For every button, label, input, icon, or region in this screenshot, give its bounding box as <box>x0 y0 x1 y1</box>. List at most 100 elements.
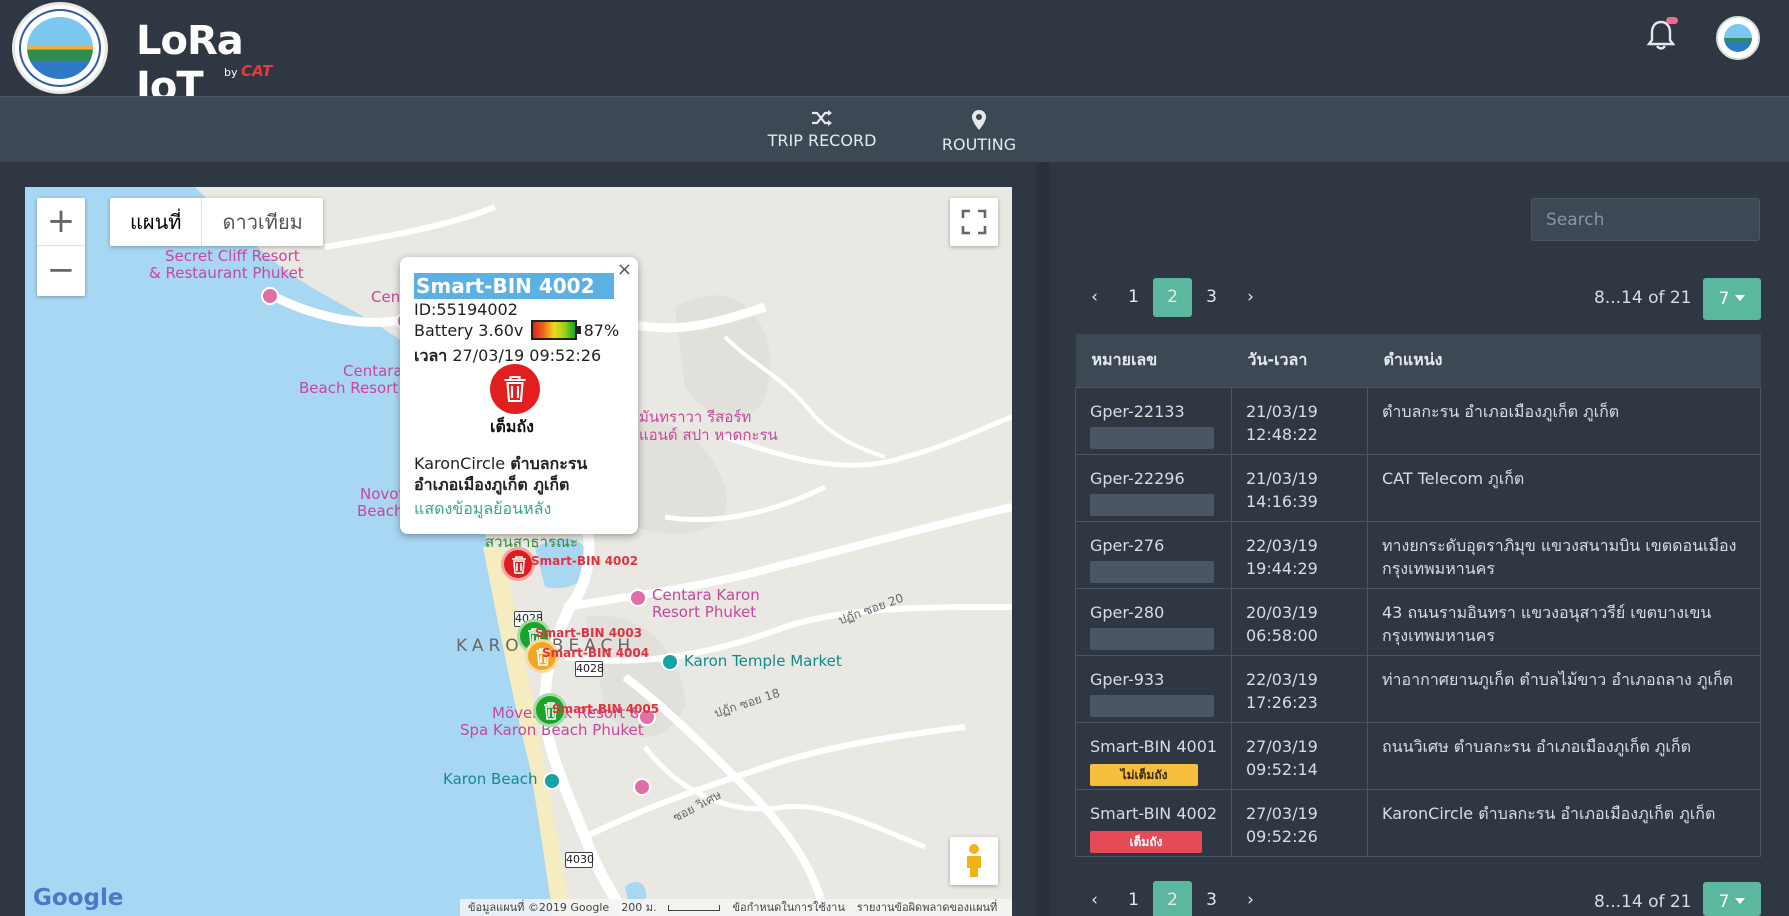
battery-label: Battery 3.60v <box>414 321 524 340</box>
map-label: Beach <box>357 502 404 520</box>
cell-location: ทางยกระดับอุตราภิมุข แขวงสนามบิน เขตดอนเ… <box>1367 520 1761 589</box>
nav-routing-label: ROUTING <box>941 135 1017 154</box>
pager-page-1[interactable]: 1 <box>1114 278 1153 317</box>
pager-prev[interactable]: ‹ <box>1075 881 1114 916</box>
fullscreen-button[interactable] <box>950 198 998 246</box>
nav-trip-record[interactable]: TRIP RECORD <box>766 109 878 150</box>
road-shield: 4030 <box>565 852 594 868</box>
panel-divider <box>1036 162 1050 916</box>
popup-device-id: ID:55194002 <box>414 300 518 319</box>
pager-page-3[interactable]: 3 <box>1192 881 1231 916</box>
row-time: 14:16:39 <box>1246 491 1318 511</box>
row-id: Gper-280 <box>1090 602 1165 622</box>
brand-logo[interactable]: LoRa IoT by CAT <box>136 16 286 110</box>
table-row[interactable]: Gper-933 22/03/19 17:26:23 ท่าอากาศยานภูเ… <box>1075 654 1761 723</box>
popup-history-link[interactable]: แสดงข้อมูลย้อนหลัง <box>414 497 551 522</box>
logo-landscape <box>27 17 93 79</box>
popup-address-line1: ตำบลกะรน <box>510 454 588 473</box>
notification-badge <box>1666 17 1678 24</box>
avatar[interactable] <box>1716 16 1760 60</box>
popup-address: KaronCircle ตำบลกะรน อำเภอเมืองภูเก็ต ภูเ… <box>414 453 624 495</box>
cell-datetime: 22/03/19 19:44:29 <box>1231 520 1368 589</box>
bin-marker-label: Smart-BIN 4004 <box>542 646 650 660</box>
map-type-control: แผนที่ ดาวเทียม <box>110 198 323 246</box>
map-label: Beach Resort P <box>299 379 413 397</box>
pagination-bottom: ‹ 1 2 3 › <box>1075 880 1270 916</box>
row-date: 22/03/19 <box>1246 535 1318 555</box>
table-row[interactable]: Smart-BIN 4002 เต็มถัง 27/03/19 09:52:26 K… <box>1075 788 1761 857</box>
pager-page-3[interactable]: 3 <box>1192 278 1231 317</box>
poi-marker[interactable] <box>543 772 561 790</box>
map-terms-link[interactable]: ข้อกำหนดในการใช้งาน <box>732 901 844 914</box>
zoom-out-button[interactable]: − <box>37 247 85 295</box>
search-input[interactable] <box>1531 198 1760 241</box>
municipality-logo[interactable] <box>12 2 108 94</box>
row-status-placeholder <box>1090 627 1214 650</box>
popup-time-value: 27/03/19 09:52:26 <box>452 346 602 365</box>
zoom-in-button[interactable]: + <box>37 198 85 246</box>
popup-title: Smart-BIN 4002 <box>414 273 614 299</box>
map-label: สวนสาธารณะ <box>485 533 579 551</box>
pager-page-1[interactable]: 1 <box>1114 881 1153 916</box>
poi-marker[interactable] <box>633 778 651 796</box>
row-time: 06:58:00 <box>1246 625 1318 645</box>
poi-marker[interactable] <box>661 653 679 671</box>
table-row[interactable]: Gper-280 20/03/19 06:58:00 43 ถนนรามอินทร… <box>1075 587 1761 656</box>
nav-routing[interactable]: ROUTING <box>936 109 1022 154</box>
cell-id: Gper-280 <box>1075 587 1232 656</box>
caret-down-icon <box>1735 295 1746 301</box>
map-type-satellite[interactable]: ดาวเทียม <box>202 198 322 246</box>
table-row[interactable]: Gper-22296 21/03/19 14:16:39 CAT Telecom … <box>1075 453 1761 522</box>
pager-prev[interactable]: ‹ <box>1075 278 1114 317</box>
row-date: 20/03/19 <box>1246 602 1318 622</box>
bin-marker[interactable] <box>501 547 535 581</box>
street-view-button[interactable] <box>950 837 998 885</box>
row-date: 22/03/19 <box>1246 669 1318 689</box>
bin-status-icon <box>490 364 540 414</box>
status-badge: ไม่เต็มถัง <box>1090 763 1198 786</box>
cell-location: 43 ถนนรามอินทรา แขวงอนุสาวรีย์ เขตบางเขน… <box>1367 587 1761 656</box>
poi-marker[interactable] <box>629 589 647 607</box>
pager-next[interactable]: › <box>1231 278 1270 317</box>
records-range: 8...14 of 21 <box>1594 892 1692 912</box>
top-bar: LoRa IoT by CAT <box>0 0 1789 110</box>
pager-page-2[interactable]: 2 <box>1153 880 1192 916</box>
poi-marker[interactable] <box>261 287 279 305</box>
table-row[interactable]: Smart-BIN 4001 ไม่เต็มถัง 27/03/19 09:52:1… <box>1075 721 1761 790</box>
battery-percent: 87% <box>583 321 620 340</box>
table-row[interactable]: Gper-22133 21/03/19 12:48:22 ตำบลกะรน อำเ… <box>1075 386 1761 455</box>
row-status-placeholder <box>1090 560 1214 583</box>
table-header-row: หมายเลข วัน-เวลา ตำแหน่ง <box>1075 334 1761 388</box>
popup-close-button[interactable]: × <box>617 259 632 280</box>
cell-id: Smart-BIN 4002 เต็มถัง <box>1075 788 1232 857</box>
popup-address-line2: อำเภอเมืองภูเก็ต ภูเก็ต <box>414 475 570 494</box>
map-label: Novot <box>360 485 405 503</box>
row-status-placeholder <box>1090 426 1214 449</box>
column-header[interactable]: ตำแหน่ง <box>1367 334 1761 388</box>
row-date: 21/03/19 <box>1246 401 1318 421</box>
popup-battery: Battery 3.60v 87% <box>414 320 619 340</box>
column-header[interactable]: วัน-เวลา <box>1231 334 1368 388</box>
map-scale-bar <box>668 905 721 911</box>
column-header[interactable]: หมายเลข <box>1075 334 1232 388</box>
zoom-control: + − <box>37 198 85 296</box>
row-time: 17:26:23 <box>1246 692 1318 712</box>
bin-marker-label: Smart-BIN 4002 <box>531 554 639 568</box>
pager-next[interactable]: › <box>1231 881 1270 916</box>
map-data-credit[interactable]: ข้อมูลแผนที่ ©2019 Google <box>468 901 609 914</box>
per-page-dropdown[interactable]: 7 <box>1703 882 1761 916</box>
per-page-dropdown[interactable]: 7 <box>1703 278 1761 320</box>
row-id: Gper-276 <box>1090 535 1165 555</box>
map-type-map[interactable]: แผนที่ <box>110 198 203 246</box>
cell-datetime: 27/03/19 09:52:14 <box>1231 721 1368 790</box>
map-attribution: ข้อมูลแผนที่ ©2019 Google 200 ม. ข้อกำหนดใ… <box>460 899 1012 916</box>
cell-id: Gper-22296 <box>1075 453 1232 522</box>
map-report-link[interactable]: รายงานข้อผิดพลาดของแผนที่ <box>857 901 997 914</box>
pegman-icon <box>967 844 981 877</box>
pager-page-2[interactable]: 2 <box>1153 277 1192 317</box>
map-label: แอนด์ สปา หาดกะรน <box>639 426 778 444</box>
table-row[interactable]: Gper-276 22/03/19 19:44:29 ทางยกระดับอุตร… <box>1075 520 1761 589</box>
row-time: 19:44:29 <box>1246 558 1318 578</box>
cell-location: ตำบลกะรน อำเภอเมืองภูเก็ต ภูเก็ต <box>1367 386 1761 455</box>
cell-location: ถนนวิเศษ ตำบลกะรน อำเภอเมืองภูเก็ต ภูเก็… <box>1367 721 1761 790</box>
